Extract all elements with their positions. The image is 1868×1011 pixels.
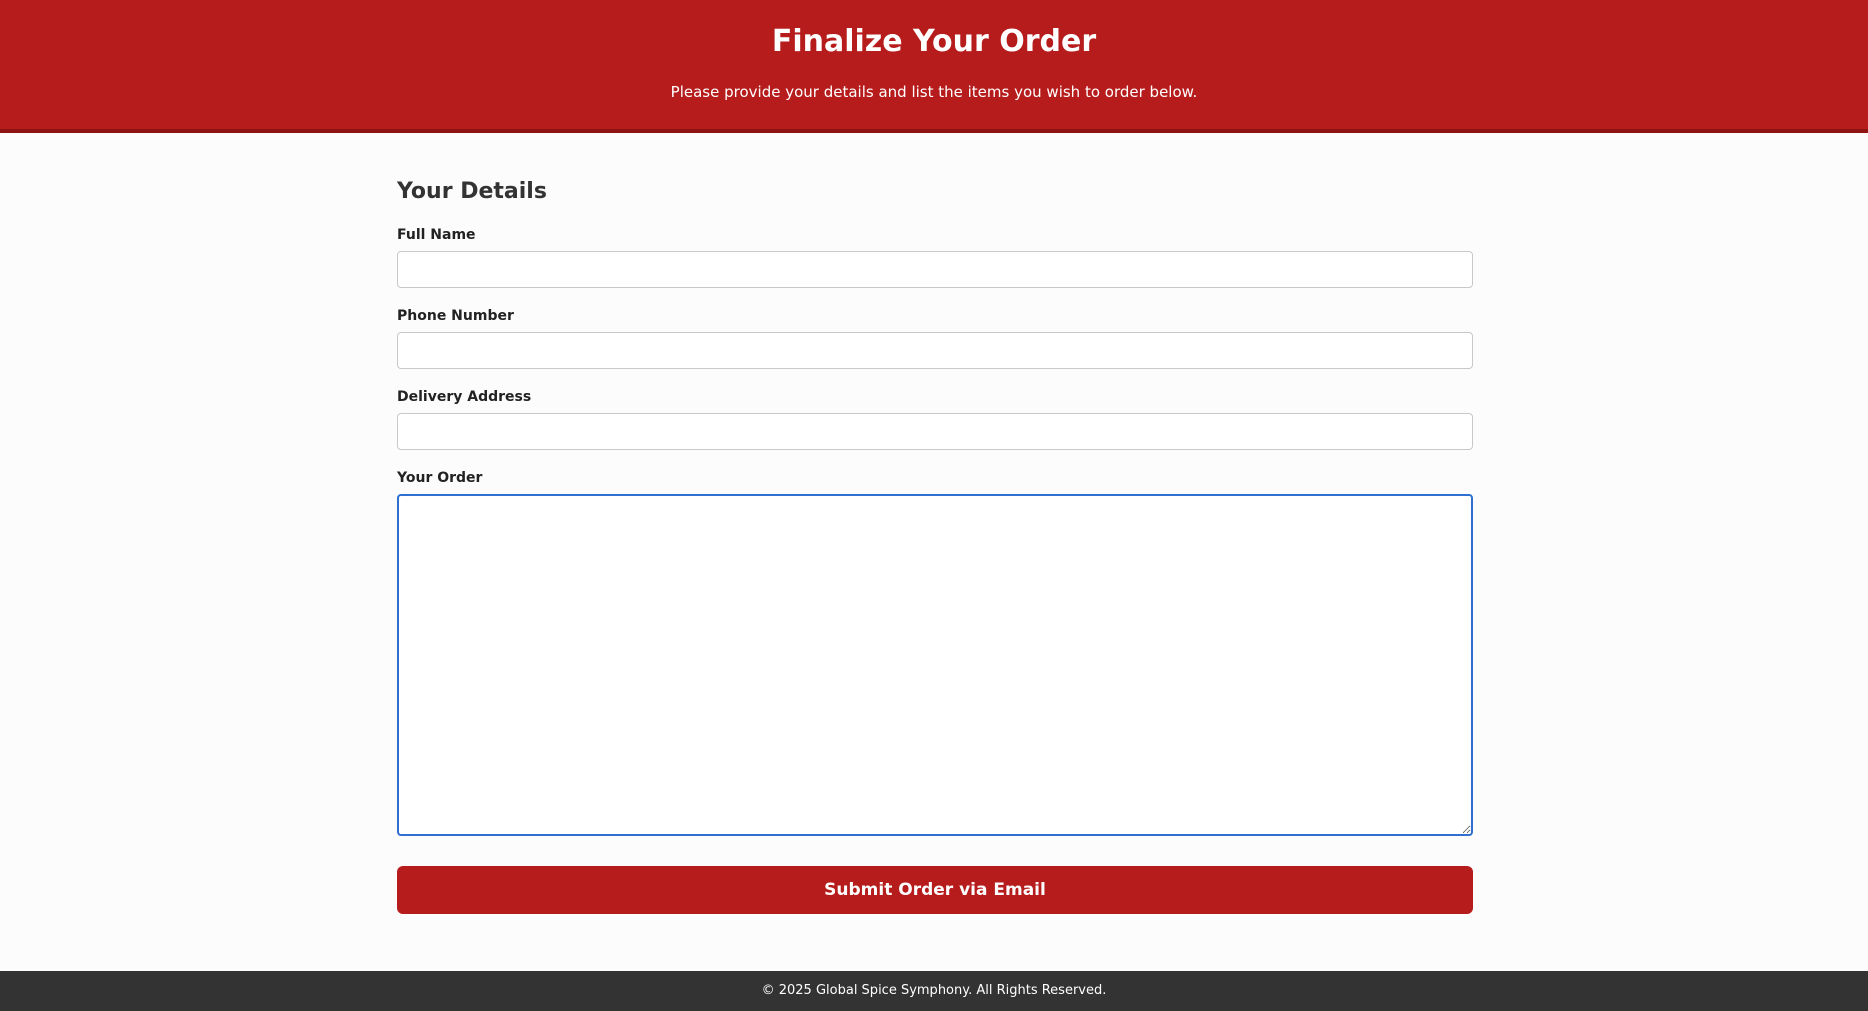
page-subtitle: Please provide your details and list the… — [670, 83, 1198, 101]
footer-copyright: © 2025 Global Spice Symphony. All Rights… — [761, 983, 1107, 998]
page-footer: © 2025 Global Spice Symphony. All Rights… — [0, 971, 1868, 1011]
delivery-address-input[interactable] — [397, 413, 1473, 450]
full-name-input[interactable] — [397, 251, 1473, 288]
your-order-label: Your Order — [397, 470, 483, 486]
submit-order-button[interactable]: Submit Order via Email — [397, 866, 1473, 914]
section-title: Your Details — [397, 179, 547, 204]
delivery-address-label: Delivery Address — [397, 389, 532, 405]
your-order-textarea[interactable] — [397, 494, 1473, 836]
page-title: Finalize Your Order — [771, 24, 1097, 59]
page-header: Finalize Your Order Please provide your … — [0, 0, 1868, 133]
phone-number-input[interactable] — [397, 332, 1473, 369]
full-name-label: Full Name — [397, 227, 476, 243]
phone-number-label: Phone Number — [397, 308, 514, 324]
